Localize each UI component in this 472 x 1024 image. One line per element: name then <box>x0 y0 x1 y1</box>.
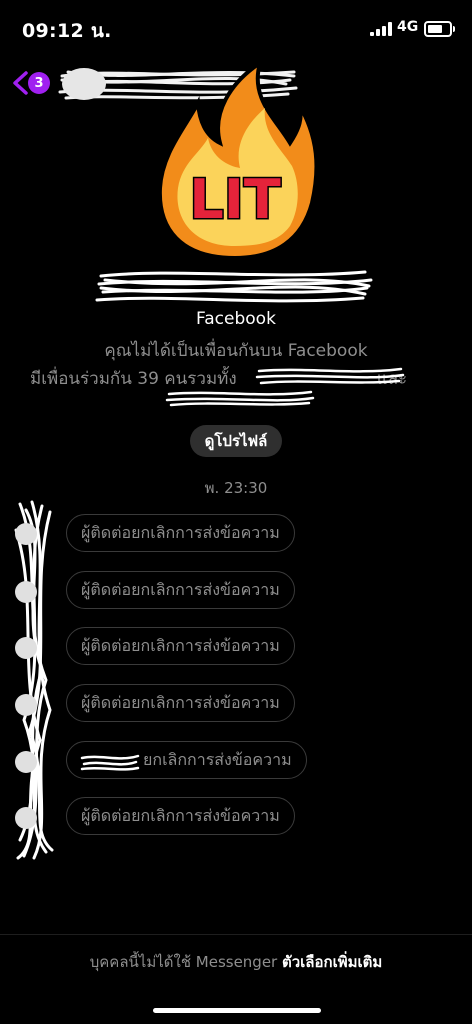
profile-source: Facebook <box>196 309 276 329</box>
bubble-text-redacted <box>80 754 140 771</box>
unsent-message-bubble[interactable]: ผู้ติดต่อยกเลิกการส่งข้อความ <box>66 684 295 722</box>
lit-sticker-text: LIT <box>189 168 281 231</box>
status-bar: 09:12 น. 4G <box>0 0 472 52</box>
profile-name-redacted <box>95 270 373 303</box>
unsent-message-bubble[interactable]: ผู้ติดต่อยกเลิกการส่งข้อความ <box>66 797 295 835</box>
unsent-message-bubble[interactable]: ผู้ติดต่อยกเลิกการส่งข้อความ <box>66 627 295 665</box>
not-on-messenger-text: บุคคลนี้ไม่ได้ใช้ Messenger <box>89 953 278 971</box>
not-friends-text: คุณไม่ได้เป็นเพื่อนกันบน Facebook <box>104 341 368 361</box>
profile-avatar: LIT <box>157 58 319 261</box>
unread-count-badge[interactable]: 3 <box>28 72 50 94</box>
message-timestamp: พ. 23:30 <box>204 479 268 497</box>
network-type: 4G <box>397 19 419 35</box>
battery-icon <box>424 21 455 37</box>
more-options-link[interactable]: ตัวเลือกเพิ่มเติม <box>282 953 382 971</box>
mutual-names-redacted-2 <box>165 390 315 407</box>
home-indicator[interactable] <box>153 1008 321 1013</box>
sender-avatars-redacted <box>14 500 54 860</box>
status-time: 09:12 น. <box>22 20 112 42</box>
signal-bars-icon <box>370 22 392 36</box>
unsent-message-bubble[interactable]: ผู้ติดต่อยกเลิกการส่งข้อความ <box>66 514 295 552</box>
view-profile-button[interactable]: ดูโปรไฟล์ <box>190 425 282 457</box>
unsent-message-bubble[interactable]: ผู้ติดต่อยกเลิกการส่งข้อความ <box>66 571 295 609</box>
footer-divider <box>0 934 472 935</box>
footer-bar: บุคคลนี้ไม่ได้ใช้ Messenger ตัวเลือกเพิ่… <box>0 950 472 974</box>
